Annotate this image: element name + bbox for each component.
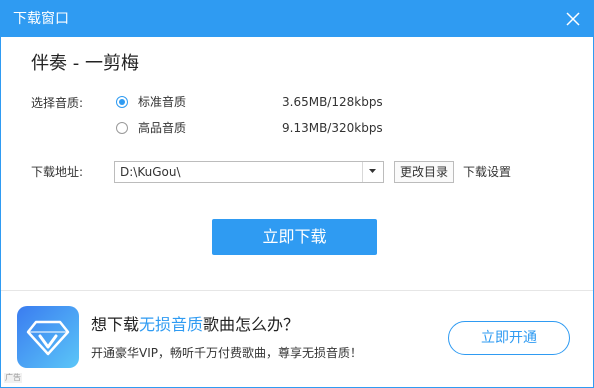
download-dialog: 下载窗口 伴奏 - 一剪梅 选择音质: 标准音质 3.65MB/128kbps …: [0, 0, 594, 388]
open-vip-button[interactable]: 立即开通: [448, 321, 570, 355]
radio-high-quality[interactable]: [116, 122, 128, 134]
download-path-value: D:\KuGou\: [120, 165, 181, 179]
promo-title-prefix: 想下载: [91, 315, 140, 334]
title-bar: 下载窗口: [1, 1, 593, 37]
promo-title-suffix: 歌曲怎么办？: [203, 315, 300, 334]
vip-logo[interactable]: [17, 306, 79, 368]
download-settings-link[interactable]: 下载设置: [463, 165, 511, 179]
high-quality-spec: 9.13MB/320kbps: [282, 121, 383, 135]
close-icon: [566, 12, 580, 26]
dropdown-toggle[interactable]: [362, 162, 383, 182]
chevron-down-icon: [369, 169, 376, 173]
promo-title-highlight: 无损音质: [139, 315, 204, 334]
ad-tag: 广告: [4, 373, 22, 383]
high-quality-label[interactable]: 高品音质: [138, 121, 186, 135]
vip-diamond-icon: [26, 320, 70, 356]
quality-label: 选择音质:: [31, 96, 84, 110]
change-directory-button[interactable]: 更改目录: [394, 161, 454, 183]
song-title: 伴奏 - 一剪梅: [31, 53, 139, 74]
divider: [1, 290, 593, 291]
download-now-button[interactable]: 立即下载: [212, 219, 377, 255]
close-button[interactable]: [565, 11, 581, 27]
download-path-dropdown[interactable]: D:\KuGou\: [114, 161, 384, 183]
standard-quality-spec: 3.65MB/128kbps: [282, 95, 383, 109]
radio-standard-quality[interactable]: [116, 96, 128, 108]
standard-quality-label[interactable]: 标准音质: [138, 95, 186, 109]
promo-subtitle: 开通豪华VIP，畅听千万付费歌曲，尊享无损音质！: [91, 346, 362, 360]
window-title: 下载窗口: [13, 11, 69, 27]
location-label: 下载地址:: [31, 165, 84, 179]
promo-title: 想下载无损音质歌曲怎么办？: [91, 315, 299, 335]
